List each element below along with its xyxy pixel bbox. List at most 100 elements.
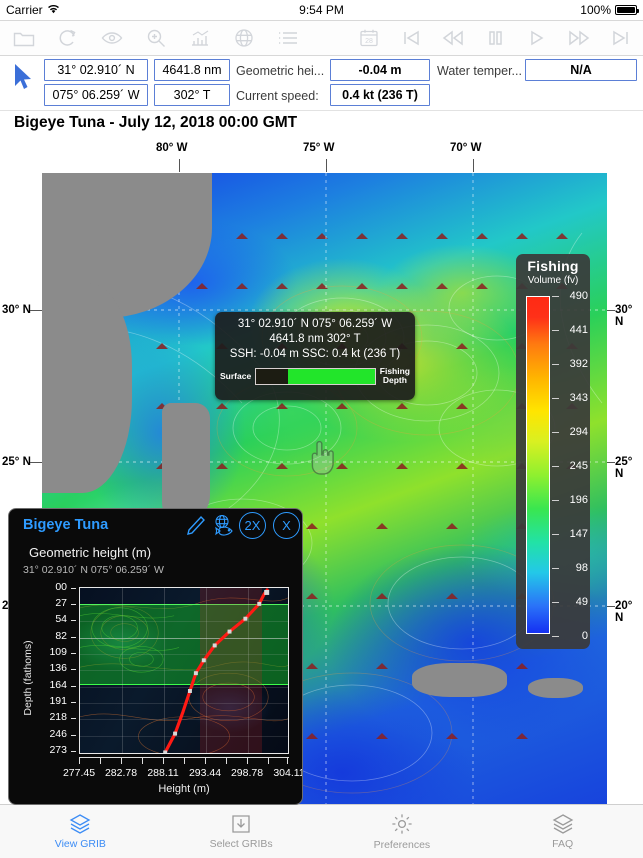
map-tick-right-2 <box>607 606 615 607</box>
play-icon[interactable] <box>525 26 549 50</box>
longitude-field[interactable]: 075° 06.259´ W <box>44 84 148 106</box>
distance-field[interactable]: 4641.8 nm <box>154 59 230 81</box>
legend-tick-6: 196 <box>569 494 588 506</box>
main-toolbar: 28 <box>0 20 643 56</box>
chart-plot-area <box>79 587 289 754</box>
fishing-volume-legend: Fishing Volume (fv) 490 441 392 343 294 … <box>516 254 590 649</box>
tab-label: FAQ <box>552 838 574 850</box>
tab-label: Preferences <box>373 839 431 851</box>
layers-icon <box>552 814 573 834</box>
depth-bar-fishing-segment <box>288 368 375 384</box>
layers-icon <box>70 814 91 834</box>
chart-x-axis-label: Height (m) <box>158 783 210 795</box>
chart-ytick-8: 218 <box>49 711 67 723</box>
tooltip-coords: 31° 02.910´ N 075° 06.259´ W <box>237 318 393 330</box>
map-lon-label-top-0: 80° W <box>156 142 188 154</box>
legend-tick-10: 0 <box>581 630 588 642</box>
close-button[interactable]: X <box>273 512 300 539</box>
skip-back-icon[interactable] <box>399 26 423 50</box>
land-mass-florida <box>162 403 210 523</box>
legend-subtitle: Volume (fv) <box>527 275 579 286</box>
fast-forward-icon[interactable] <box>567 26 591 50</box>
gear-icon <box>392 814 412 834</box>
depth-bar-surface-segment <box>256 368 289 384</box>
land-mass-island-2 <box>528 678 583 698</box>
refresh-icon[interactable] <box>56 26 80 50</box>
chart-ytick-6: 164 <box>49 679 67 691</box>
map-lon-label-top-2: 70° W <box>450 142 482 154</box>
chart-x-axis <box>79 757 289 765</box>
legend-tick-0: 490 <box>569 290 588 302</box>
chart-ytick-10: 273 <box>49 744 67 756</box>
tab-faq[interactable]: FAQ <box>482 805 643 858</box>
water-temperature-label: Water temper... <box>437 64 522 78</box>
globe-icon[interactable] <box>232 26 256 50</box>
chart-ytick-4: 109 <box>49 646 67 658</box>
map-tick-right-0 <box>607 310 615 311</box>
map-lat-label-left-0: 30° N <box>2 304 31 316</box>
legend-colorbar <box>526 296 550 634</box>
wifi-icon <box>47 4 60 17</box>
map-lat-label-right-2: 20° N <box>615 600 633 624</box>
map-lat-label-right-0: 30° N <box>615 304 633 328</box>
tooltip-ssh-ssc: SSH: -0.04 m SSC: 0.4 kt (236 T) <box>229 348 401 360</box>
water-temperature-value[interactable]: N/A <box>525 59 637 81</box>
folder-icon[interactable] <box>12 26 36 50</box>
toolbar-playback-group: 28 <box>357 26 633 50</box>
chart-xtick-1: 282.78 <box>104 767 138 779</box>
chart-xtick-5: 304.11 <box>273 767 303 779</box>
list-icon[interactable] <box>276 26 300 50</box>
depth-profile-chart: Depth (fathoms) 00 27 54 82 109 136 164 … <box>9 579 303 804</box>
species-profile-panel[interactable]: Bigeye Tuna 2X X Geometric height (m) 31… <box>8 508 303 805</box>
current-speed-label: Current speed: <box>236 89 319 103</box>
status-left: Carrier <box>6 3 60 17</box>
legend-tick-7: 147 <box>569 528 588 540</box>
tab-preferences[interactable]: Preferences <box>322 805 483 858</box>
legend-tick-5: 245 <box>569 460 588 472</box>
fish-globe-icon[interactable] <box>211 514 237 540</box>
land-mass-island-1 <box>412 663 507 697</box>
hand-pointer-icon <box>311 440 334 475</box>
chart-xtick-2: 288.11 <box>147 767 179 779</box>
map-readout-tooltip: 31° 02.910´ N 075° 06.259´ W 4641.8 nm 3… <box>215 312 415 400</box>
panel-subtitle: Geometric height (m) <box>29 545 152 560</box>
bottom-tab-bar: View GRIB Select GRIBs Preferences FAQ <box>0 804 643 858</box>
eye-icon[interactable] <box>100 26 124 50</box>
zoom-in-icon[interactable] <box>144 26 168 50</box>
map-tick-top-0 <box>179 159 180 172</box>
pencil-icon[interactable] <box>185 514 207 538</box>
calendar-icon[interactable]: 28 <box>357 26 381 50</box>
chart-ytick-3: 82 <box>55 630 67 642</box>
chart-y-axis-label: Depth (fathoms) <box>22 640 34 716</box>
tab-select-gribs[interactable]: Select GRIBs <box>161 805 322 858</box>
pause-icon[interactable] <box>483 26 507 50</box>
download-icon <box>232 815 250 833</box>
panel-title: Bigeye Tuna <box>23 517 109 533</box>
geometric-height-value[interactable]: -0.04 m <box>330 59 430 81</box>
tooltip-fishing-depth-label: Fishing Depth <box>380 367 410 385</box>
rewind-icon[interactable] <box>441 26 465 50</box>
tooltip-depth-bar-row: Surface Fishing Depth <box>215 367 415 385</box>
data-field-panel: 31° 02.910´ N 075° 06.259´ W 4641.8 nm 3… <box>0 56 643 111</box>
legend-tick-9: 49 <box>575 596 588 608</box>
bearing-field[interactable]: 302° T <box>154 84 230 106</box>
chart-series-line <box>163 588 270 753</box>
battery-icon <box>615 5 639 15</box>
map-lat-label-right-1: 25° N <box>615 456 633 480</box>
legend-tick-2: 392 <box>569 358 588 370</box>
svg-text:28: 28 <box>365 38 373 45</box>
current-speed-value[interactable]: 0.4 kt (236 T) <box>330 84 430 106</box>
latitude-field[interactable]: 31° 02.910´ N <box>44 59 148 81</box>
tooltip-surface-label: Surface <box>220 370 252 381</box>
map-tick-left-0 <box>30 310 42 311</box>
zoom-2x-button[interactable]: 2X <box>239 512 266 539</box>
chart-icon[interactable] <box>188 26 212 50</box>
skip-forward-icon[interactable] <box>609 26 633 50</box>
legend-tick-3: 343 <box>569 392 588 404</box>
clock: 9:54 PM <box>299 3 344 17</box>
status-bar: Carrier 9:54 PM 100% <box>0 0 643 20</box>
chart-xtick-3: 293.44 <box>188 767 222 779</box>
chart-ytick-7: 191 <box>49 695 67 707</box>
tab-view-grib[interactable]: View GRIB <box>0 805 161 858</box>
legend-tick-4: 294 <box>569 426 588 438</box>
